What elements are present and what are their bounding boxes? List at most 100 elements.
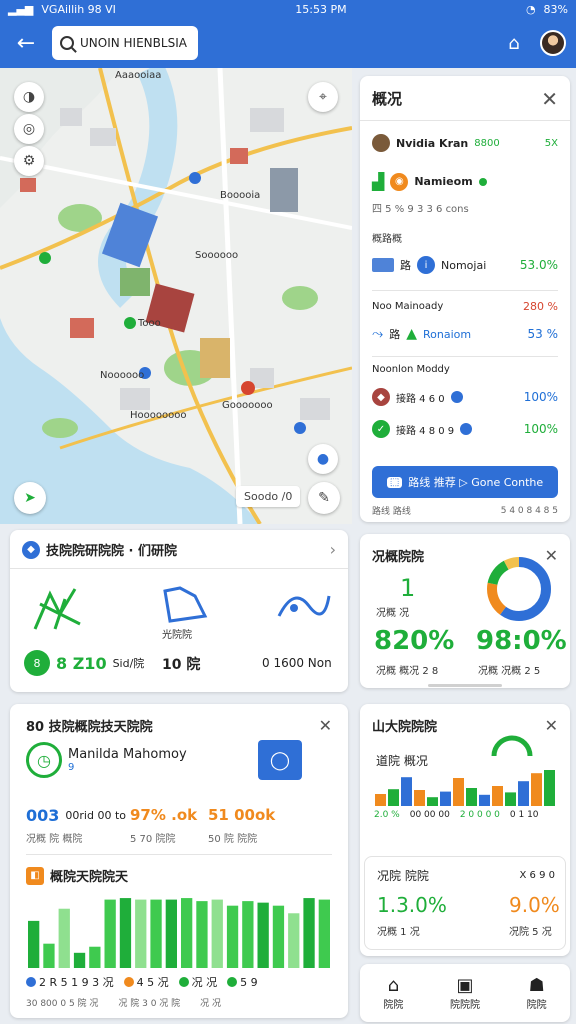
profile-action-button[interactable]: ◯	[258, 740, 302, 780]
nav-label: 院院	[383, 1000, 404, 1011]
donut-count: 1	[400, 574, 416, 602]
activity-bar	[196, 901, 208, 968]
pin-icon[interactable]: ●	[308, 444, 338, 474]
mini-bar	[414, 790, 425, 806]
profile-card: 80 技院概院技天院院 ✕ ◷ Manilda Mahomoy 9 ◯ 003 …	[10, 704, 348, 1018]
tree-icon: ▲	[406, 326, 417, 342]
search-input[interactable]: UNOIN HIENBLSIA	[52, 26, 198, 60]
mini-bar	[401, 777, 412, 806]
signal-icon: ▂▄▆	[8, 2, 34, 16]
bar-label: 2 0 0 0 0	[459, 810, 500, 820]
mini-bar	[518, 781, 529, 806]
stats-card: ◆ 技院院研院院 · 们研院 › 光院院 8 8 Z10 Sid/院 10 院 …	[10, 530, 348, 692]
section2-label: Noo Mainoady	[372, 301, 444, 312]
location-sub: 四 5 % 9 3 3 6 cons	[372, 204, 469, 215]
close-icon[interactable]: ✕	[545, 717, 558, 734]
map-scale: Soodo /0	[236, 486, 301, 507]
chart-title: 概院天院院天	[50, 870, 129, 885]
mini-bar	[427, 797, 438, 806]
clock-icon: ◷	[26, 742, 62, 778]
donut-pct1-sub: 况概 概况 2 8	[376, 666, 439, 677]
user-name: Nvidia Kran	[396, 136, 469, 150]
status-bar: ▂▄▆ VGAillih 98 VI 15:53 PM ◔ 83%	[0, 0, 576, 18]
place-icon: ◆	[372, 388, 390, 406]
metric2-value: 10 院	[162, 657, 201, 673]
wifi-icon: ◔	[525, 2, 536, 16]
nav-item-profile[interactable]: ☗ 院院	[527, 975, 547, 1011]
stat1-suffix: 00rid 00 to	[65, 809, 126, 822]
mini-bar	[375, 794, 386, 806]
stat3-label: 50 院 院院	[208, 834, 258, 845]
legend-item: 5 9	[240, 975, 258, 989]
close-icon[interactable]: ✕	[319, 717, 332, 734]
donut-pct2: 98:0%	[476, 626, 567, 656]
activity-bar	[135, 899, 147, 968]
sub-pct1: 1.3.0%	[377, 893, 447, 917]
donut-pct2-sub: 况概 况概 2 5	[478, 666, 541, 677]
bar-label: 2.0 %	[374, 810, 400, 820]
activity-bar	[303, 898, 315, 968]
card-icon	[372, 258, 394, 272]
stat2-value: 97% .ok	[130, 806, 198, 824]
bottom-nav: ⌂ 院院 ▣ 院院院 ☗ 院院	[360, 964, 570, 1022]
activity-bar	[104, 899, 116, 968]
activity-bar	[73, 952, 86, 968]
bar-label: 0 1 10	[509, 810, 539, 820]
activity-bar	[288, 913, 300, 968]
activity-bar	[58, 908, 70, 968]
edit-icon[interactable]: ✎	[308, 482, 340, 514]
mini-bar	[544, 770, 555, 806]
legend-item: 况 况	[191, 976, 218, 989]
donut-chart	[487, 557, 551, 621]
user-avatar	[372, 134, 390, 152]
map-view[interactable]: Aaaooiaa Booooia Soooooo Tooo Noooooo Ho…	[0, 68, 352, 524]
route-button-label: 路线 推荐 ▷ Gone Conthe	[408, 476, 544, 489]
donut-title: 况概院院	[372, 550, 425, 565]
box-icon: ▣	[456, 975, 474, 996]
panel-title: 概况	[372, 90, 403, 108]
avatar[interactable]	[540, 30, 566, 56]
locate-icon[interactable]: ⌖	[308, 82, 338, 112]
item2-value: 53 %	[527, 327, 559, 341]
item4-sub: 接路 4 8 0 9	[396, 425, 455, 437]
nav-label: 院院	[526, 1000, 547, 1011]
activity-bar	[257, 902, 269, 968]
settings-icon[interactable]: ⚙	[14, 146, 44, 176]
route-button[interactable]: ⬚ 路线 推荐 ▷ Gone Conthe	[372, 466, 558, 498]
svg-text:Tooo: Tooo	[137, 318, 161, 329]
mini-bar	[453, 778, 464, 806]
route-curve-icon	[277, 595, 331, 617]
close-icon[interactable]: ✕	[541, 89, 558, 109]
nav-item-services[interactable]: ▣ 院院院	[450, 975, 480, 1011]
growth-icon	[33, 588, 81, 630]
svg-text:Soooooo: Soooooo	[195, 250, 238, 261]
profile-title: 80 技院概院技天院院	[26, 720, 153, 735]
back-arrow-icon[interactable]: ←	[10, 27, 42, 59]
nav-item-home[interactable]: ⌂ 院院	[383, 975, 403, 1011]
pin-small-icon	[450, 391, 463, 403]
bookmark-icon[interactable]: ⌂	[498, 27, 530, 59]
activity-bar	[119, 898, 132, 968]
activity-bar	[318, 899, 330, 968]
activity-bar	[28, 920, 40, 968]
chart-badge-icon: ◧	[26, 866, 44, 885]
footer-right: 5 4 0 8 4 8 5	[500, 505, 558, 516]
mini-bar	[388, 789, 399, 806]
pin-small-icon	[460, 423, 473, 435]
clock: 15:53 PM	[295, 2, 347, 16]
metric1-unit: Sid/院	[112, 657, 145, 670]
section3-label: Noonlon Moddy	[372, 364, 450, 375]
sub-pct2: 9.0%	[509, 893, 560, 917]
chart-icon: ▟	[372, 172, 385, 191]
home-icon: ⌂	[387, 975, 400, 996]
legend-dot	[178, 977, 189, 987]
compass-icon[interactable]: ◎	[14, 114, 44, 144]
search-text: UNOIN HIENBLSIA	[80, 36, 187, 50]
chevron-right-icon[interactable]: ›	[330, 540, 336, 559]
nav-label: 院院院	[449, 1000, 480, 1011]
layers-icon[interactable]: ◑	[14, 82, 44, 112]
svg-text:Noooooo: Noooooo	[100, 370, 144, 381]
item1-name: Nomojai	[441, 258, 487, 272]
stat1-value: 003	[26, 806, 60, 825]
navigate-arrow-icon[interactable]: ➤	[14, 482, 46, 514]
